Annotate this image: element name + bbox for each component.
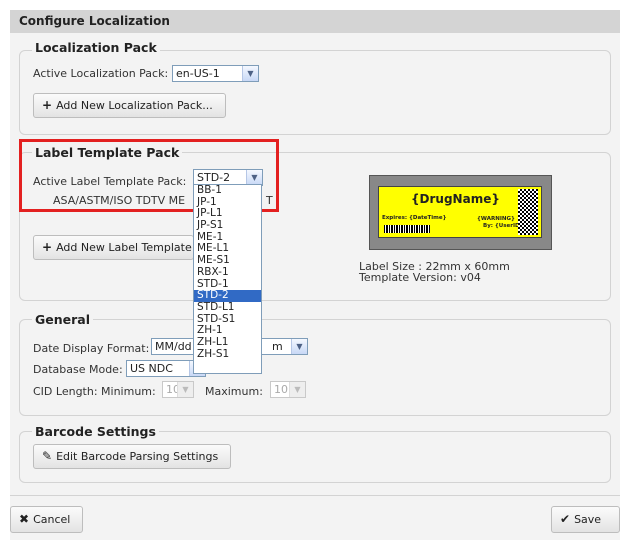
label-preview-sticker: {DrugName} Expires: {DateTime} {WARNING}…: [378, 186, 542, 238]
chevron-down-icon: ▼: [289, 382, 305, 397]
dropdown-option[interactable]: ZH-S1: [194, 348, 261, 361]
barcode-icon: [384, 225, 430, 233]
date-display-format-tail: m: [272, 340, 283, 353]
cid-maximum-label: Maximum:: [205, 385, 263, 398]
cid-minimum-select[interactable]: 10 ▼: [162, 381, 194, 398]
chevron-down-icon: ▼: [291, 339, 307, 354]
cancel-button[interactable]: ✖ Cancel: [10, 506, 83, 533]
footer-divider: [10, 495, 620, 496]
cid-maximum-value: 10: [274, 383, 288, 396]
cancel-label: Cancel: [33, 513, 71, 526]
add-label-template-label: Add New Label Template: [56, 241, 192, 254]
dropdown-option[interactable]: ZH-L1: [194, 336, 261, 349]
save-button[interactable]: ✔ Save: [551, 506, 620, 533]
label-preview: {DrugName} Expires: {DateTime} {WARNING}…: [369, 175, 552, 250]
date-display-format-label: Date Display Format:: [33, 342, 150, 355]
general-legend: General: [32, 312, 93, 327]
check-icon: ✔: [560, 512, 571, 526]
dropdown-option[interactable]: BB-1: [194, 184, 261, 197]
plus-icon: +: [42, 98, 53, 112]
active-localization-pack-select[interactable]: en-US-1 ▼: [172, 65, 259, 82]
save-label: Save: [574, 513, 602, 526]
close-icon: ✖: [19, 512, 30, 526]
active-localization-pack-label: Active Localization Pack:: [33, 67, 169, 80]
dropdown-option[interactable]: RBX-1: [194, 266, 261, 279]
pencil-icon: ✎: [42, 449, 53, 463]
localization-pack-legend: Localization Pack: [32, 40, 160, 55]
chevron-down-icon: ▼: [242, 66, 258, 81]
dropdown-option[interactable]: JP-S1: [194, 219, 261, 232]
dropdown-option[interactable]: STD-L1: [194, 301, 261, 314]
configure-localization-dialog: Configure Localization Localization Pack…: [10, 10, 620, 540]
template-version-text: Template Version: v04: [359, 271, 481, 284]
label-template-pack-dropdown-list[interactable]: BB-1 JP-1 JP-L1 JP-S1 ME-1 ME-L1 ME-S1 RBX-1 STD…: [193, 184, 262, 374]
active-localization-pack-value: en-US-1: [176, 67, 220, 80]
chevron-down-icon: ▼: [177, 382, 193, 397]
database-mode-label: Database Mode:: [33, 363, 123, 376]
edit-barcode-parsing-label: Edit Barcode Parsing Settings: [56, 450, 219, 463]
label-drug-name: {DrugName}: [411, 192, 500, 206]
label-expires: Expires: {DateTime}: [382, 215, 447, 221]
cid-length-label: CID Length: Minimum:: [33, 385, 156, 398]
add-label-template-button[interactable]: + Add New Label Template: [33, 235, 194, 260]
barcode-settings-legend: Barcode Settings: [32, 424, 159, 439]
add-localization-pack-button[interactable]: + Add New Localization Pack...: [33, 93, 226, 118]
plus-icon: +: [42, 240, 53, 254]
database-mode-value: US NDC: [130, 362, 173, 375]
add-localization-pack-label: Add New Localization Pack...: [56, 99, 213, 112]
date-display-format-value: MM/dd: [155, 340, 192, 353]
qr-code-icon: [518, 189, 538, 235]
label-warning: {WARNING}: [477, 216, 515, 222]
edit-barcode-parsing-button[interactable]: ✎ Edit Barcode Parsing Settings: [33, 444, 231, 469]
dialog-title: Configure Localization: [10, 10, 620, 33]
cid-maximum-select[interactable]: 10 ▼: [270, 381, 306, 398]
